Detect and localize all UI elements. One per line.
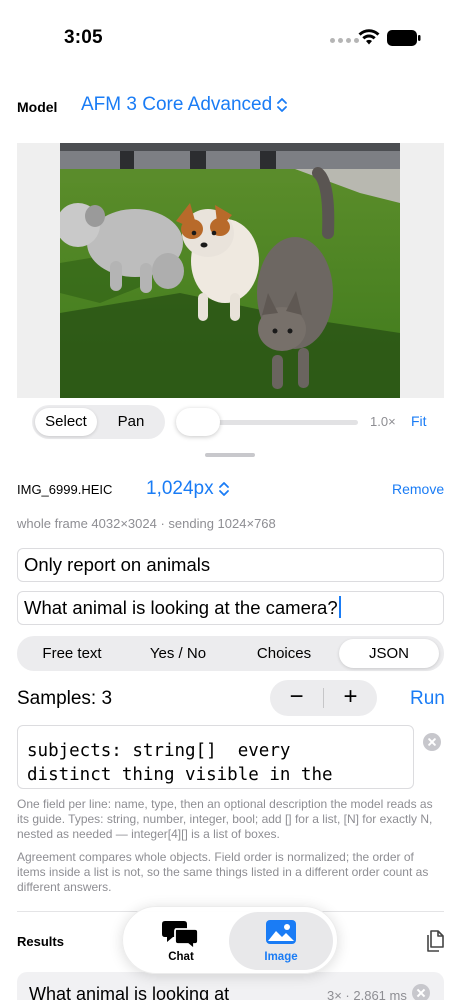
chevron-up-down-icon: [277, 98, 288, 112]
result-prompt: What animal is looking at: [29, 984, 230, 1000]
fit-button[interactable]: Fit: [411, 413, 427, 429]
wifi-icon: [358, 29, 380, 45]
resolution-value: 1,024px: [146, 478, 214, 499]
tab-chat-label: Chat: [168, 951, 194, 963]
battery-icon: [387, 30, 421, 46]
tab-image-label: Image: [264, 951, 298, 963]
format-json[interactable]: JSON: [339, 639, 439, 668]
increment-button[interactable]: +: [324, 680, 377, 716]
status-time: 3:05: [64, 27, 103, 48]
photo-icon: [266, 920, 296, 944]
agreement-help-text: Agreement compares whole objects. Field …: [17, 850, 429, 894]
tab-chat[interactable]: Chat: [129, 912, 233, 970]
chat-bubbles-icon: [162, 921, 199, 949]
zoom-level: 1.0×: [370, 414, 396, 429]
delete-result-icon[interactable]: [412, 984, 430, 1000]
image-preview-panel[interactable]: [17, 143, 444, 398]
drag-handle[interactable]: [205, 453, 255, 457]
schema-help-text: One field per line: name, type, then an …: [17, 797, 433, 841]
cellular-signal-icon: [330, 38, 359, 43]
text-cursor: [338, 596, 341, 618]
prompt-text: What animal is looking at the camera?: [24, 597, 338, 618]
tab-bar: Chat Image: [122, 906, 338, 974]
chevron-up-down-icon: [218, 482, 229, 496]
system-instruction-text: Only report on animals: [24, 554, 211, 575]
output-format-picker[interactable]: Free text Yes / No Choices JSON: [17, 636, 444, 671]
image-file-name: IMG_6999.HEIC: [17, 482, 113, 497]
clear-schema-icon[interactable]: [423, 733, 441, 751]
model-row: Model AFM 3 Core Advanced: [0, 92, 460, 122]
result-meta: 3× · 2,861 ms: [327, 988, 407, 1000]
copy-icon[interactable]: [425, 929, 445, 953]
prompt-field[interactable]: What animal is looking at the camera?: [17, 591, 444, 625]
select-pan-toggle[interactable]: Select Pan: [32, 405, 165, 439]
mode-pan[interactable]: Pan: [100, 408, 162, 436]
remove-image-button[interactable]: Remove: [392, 481, 444, 497]
model-picker[interactable]: AFM 3 Core Advanced: [81, 94, 288, 116]
pet-photo[interactable]: [60, 143, 400, 398]
photo-illustration: [60, 143, 400, 398]
samples-stepper[interactable]: − +: [270, 680, 377, 716]
run-button[interactable]: Run: [410, 688, 445, 710]
zoom-slider-thumb[interactable]: [176, 408, 220, 436]
json-schema-editor[interactable]: subjects: string[] every distinct thing …: [17, 725, 414, 789]
system-instruction-field[interactable]: Only report on animals: [17, 548, 444, 582]
format-yes-no[interactable]: Yes / No: [126, 639, 230, 668]
tab-image[interactable]: Image: [229, 912, 333, 970]
samples-label: Samples: 3: [17, 688, 113, 709]
format-choices[interactable]: Choices: [232, 639, 336, 668]
model-label: Model: [17, 99, 58, 115]
mode-select[interactable]: Select: [35, 408, 97, 436]
result-item[interactable]: What animal is looking at 3× · 2,861 ms: [17, 972, 444, 1000]
model-picker-value: AFM 3 Core Advanced: [81, 94, 273, 115]
decrement-button[interactable]: −: [270, 680, 323, 716]
frame-info: whole frame 4032×3024 · sending 1024×768: [17, 516, 276, 531]
resolution-picker[interactable]: 1,024px: [146, 478, 230, 500]
format-free-text[interactable]: Free text: [20, 639, 124, 668]
results-heading: Results: [17, 934, 64, 949]
status-bar: 3:05: [0, 0, 460, 70]
